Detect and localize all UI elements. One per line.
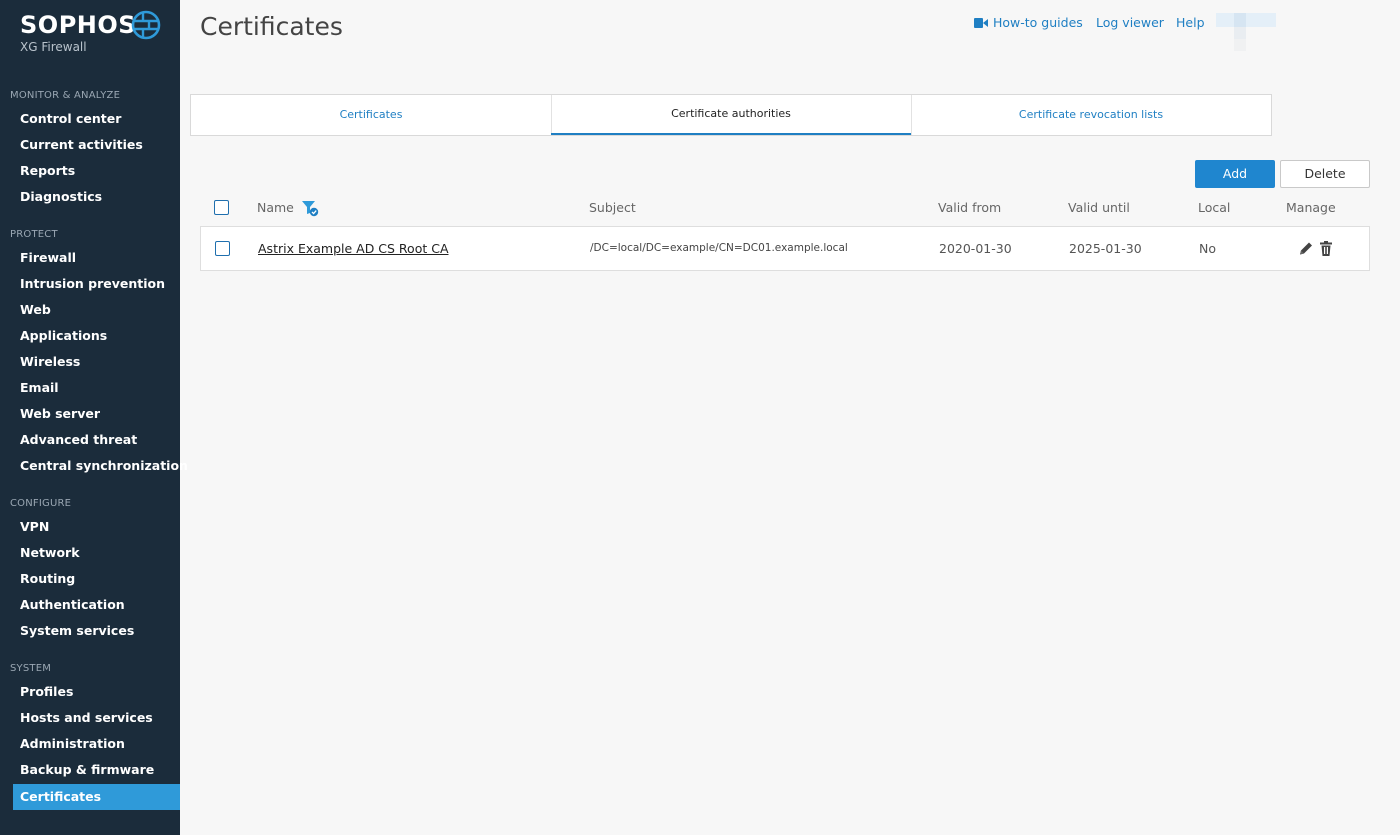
sidebar: SOPHOS XG Firewall MONITOR & ANALYZE Con… <box>0 0 188 835</box>
log-viewer-link[interactable]: Log viewer <box>1096 15 1164 30</box>
sidebar-item-advanced-threat[interactable]: Advanced threat <box>13 427 180 453</box>
edit-pencil-icon[interactable] <box>1298 240 1314 257</box>
column-header-subject: Subject <box>589 200 636 215</box>
section-configure: CONFIGURE <box>10 498 72 509</box>
row-checkbox[interactable] <box>215 241 230 256</box>
sidebar-item-profiles[interactable]: Profiles <box>13 679 180 705</box>
sidebar-item-certificates[interactable]: Certificates <box>13 784 180 810</box>
sophos-shield-icon <box>131 10 161 40</box>
sidebar-item-diagnostics[interactable]: Diagnostics <box>13 184 180 210</box>
brand-name: SOPHOS <box>20 11 137 39</box>
sidebar-item-firewall[interactable]: Firewall <box>13 245 180 271</box>
tab-certificates[interactable]: Certificates <box>191 95 551 135</box>
delete-trash-icon[interactable] <box>1318 240 1334 257</box>
sidebar-item-current-activities[interactable]: Current activities <box>13 132 180 158</box>
ca-name-link[interactable]: Astrix Example AD CS Root CA <box>258 241 449 256</box>
select-all-checkbox[interactable] <box>214 200 229 215</box>
ca-valid-from: 2020-01-30 <box>939 241 1012 256</box>
sidebar-item-control-center[interactable]: Control center <box>13 106 180 132</box>
sidebar-item-authentication[interactable]: Authentication <box>13 592 180 618</box>
table-header: Name Subject Valid from Valid until Loca… <box>200 194 1370 222</box>
sidebar-item-web[interactable]: Web <box>13 297 180 323</box>
sidebar-item-administration[interactable]: Administration <box>13 731 180 757</box>
column-header-manage: Manage <box>1286 200 1336 215</box>
add-button[interactable]: Add <box>1195 160 1275 188</box>
sidebar-item-central-synchronization[interactable]: Central synchronization <box>13 453 188 479</box>
column-header-local: Local <box>1198 200 1231 215</box>
sidebar-item-network[interactable]: Network <box>13 540 180 566</box>
ca-local: No <box>1199 241 1216 256</box>
video-camera-icon <box>974 18 988 28</box>
filter-icon[interactable] <box>301 199 319 217</box>
help-link[interactable]: Help <box>1176 15 1205 30</box>
section-protect: PROTECT <box>10 229 58 240</box>
ca-subject: /DC=local/DC=example/CN=DC01.example.loc… <box>590 242 848 254</box>
sidebar-item-hosts-and-services[interactable]: Hosts and services <box>13 705 180 731</box>
column-header-name[interactable]: Name <box>257 200 294 215</box>
sidebar-item-intrusion-prevention[interactable]: Intrusion prevention <box>13 271 180 297</box>
tab-certificate-authorities[interactable]: Certificate authorities <box>551 95 911 135</box>
brand-logo-area[interactable]: SOPHOS XG Firewall <box>20 10 170 60</box>
column-header-valid-until: Valid until <box>1068 200 1130 215</box>
sidebar-item-wireless[interactable]: Wireless <box>13 349 180 375</box>
sidebar-item-reports[interactable]: Reports <box>13 158 180 184</box>
user-avatar[interactable] <box>1216 13 1276 51</box>
page-title: Certificates <box>200 12 343 41</box>
column-header-valid-from: Valid from <box>938 200 1002 215</box>
sidebar-item-system-services[interactable]: System services <box>13 618 180 644</box>
delete-button[interactable]: Delete <box>1280 160 1370 188</box>
sidebar-item-email[interactable]: Email <box>13 375 180 401</box>
ca-valid-until: 2025-01-30 <box>1069 241 1142 256</box>
sidebar-item-vpn[interactable]: VPN <box>13 514 180 540</box>
howto-guides-label: How-to guides <box>993 15 1083 30</box>
brand-product: XG Firewall <box>20 40 87 54</box>
sidebar-item-backup-firmware[interactable]: Backup & firmware <box>13 757 180 783</box>
table-row: Astrix Example AD CS Root CA /DC=local/D… <box>200 226 1370 271</box>
sidebar-item-applications[interactable]: Applications <box>13 323 180 349</box>
tab-certificate-revocation-lists[interactable]: Certificate revocation lists <box>911 95 1271 135</box>
tab-bar: Certificates Certificate authorities Cer… <box>190 94 1272 136</box>
section-system: SYSTEM <box>10 663 52 674</box>
sidebar-item-web-server[interactable]: Web server <box>13 401 180 427</box>
sidebar-item-routing[interactable]: Routing <box>13 566 180 592</box>
section-monitor-analyze: MONITOR & ANALYZE <box>10 90 121 101</box>
